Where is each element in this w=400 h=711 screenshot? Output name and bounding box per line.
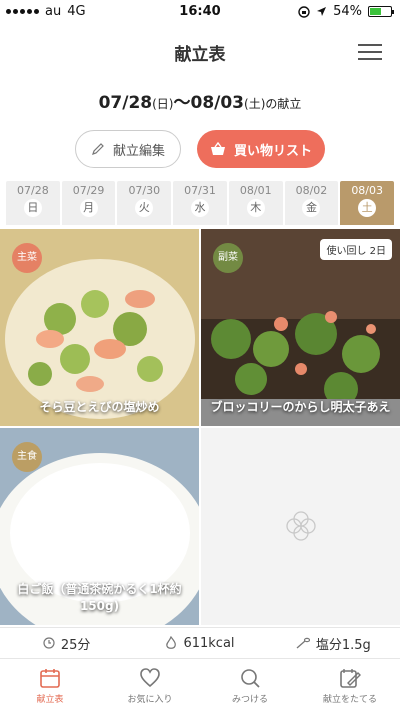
date-separator: 〜 [173, 93, 191, 113]
day-tab-0728[interactable]: 07/28 日 [6, 181, 60, 225]
flame-icon [166, 636, 177, 649]
shopping-list-label: 買い物リスト [233, 143, 312, 159]
status-bar: au 4G 16:40 54% [0, 0, 400, 24]
date-start: 07/28 [98, 93, 153, 113]
dish-name: そら豆とえびの塩炒め [39, 400, 160, 414]
cook-time-stat: 25分 [0, 634, 133, 653]
date-end-day: (土) [244, 97, 266, 111]
bottom-tab-bar: 献立表 お気に入り みつける 献立をたてる [0, 660, 400, 711]
empty-dish-slot[interactable] [201, 428, 400, 625]
dish-grid: 主菜 そら豆とえびの塩炒め 副菜 使い回し 2日 ブロッコリーのからし明太子あえ… [0, 229, 400, 625]
day-tab-0803[interactable]: 08/03 土 [340, 181, 395, 225]
day-tab-0730[interactable]: 07/30 火 [117, 181, 172, 225]
app-header: 献立表 [0, 24, 400, 80]
date-range-heading: 07/28(日)〜08/03(土)の献立 [0, 88, 400, 113]
tab-discover[interactable]: みつける [200, 660, 300, 711]
date-end: 08/03 [190, 93, 245, 113]
hamburger-menu-icon[interactable] [358, 44, 382, 60]
day-weekday: 木 [246, 199, 265, 217]
pencil-icon [92, 143, 104, 155]
calorie-stat: 611kcal [133, 636, 266, 651]
basket-icon [210, 142, 225, 155]
dish-tag: 副菜 [213, 243, 243, 273]
reuse-badge: 使い回し 2日 [320, 239, 392, 260]
edit-menu-label: 献立編集 [112, 143, 165, 159]
tab-favorites[interactable]: お気に入り [100, 660, 200, 711]
battery-percent: 54% [333, 4, 362, 19]
tab-menu-calendar[interactable]: 献立表 [0, 660, 100, 711]
dish-name: ブロッコリーのからし明太子あえ [210, 400, 391, 414]
day-weekday: 火 [135, 199, 154, 217]
dish-name: 白ご飯（普通茶碗かるく1杯約150g) [17, 582, 182, 613]
day-weekday: 金 [302, 199, 321, 217]
action-buttons: 献立編集 買い物リスト [0, 130, 400, 168]
day-tab-0729[interactable]: 07/29 月 [61, 181, 116, 225]
heart-icon [140, 668, 160, 688]
clock-icon [43, 637, 55, 649]
salt-stat: 塩分1.5g [267, 634, 400, 653]
day-weekday: 月 [79, 199, 98, 217]
day-weekday: 水 [191, 199, 210, 217]
tab-plan-menu[interactable]: 献立をたてる [300, 660, 400, 711]
day-tabs: 07/28 日 07/29 月 07/30 火 07/31 水 08/01 木 08/02… [6, 181, 395, 225]
status-right: 54% [298, 4, 394, 19]
tab-label: 献立表 [36, 695, 64, 705]
date-start-day: (日) [152, 97, 174, 111]
day-date: 08/02 [295, 184, 328, 197]
nutrition-stats: 25分 611kcal 塩分1.5g [0, 627, 400, 659]
day-tab-0802[interactable]: 08/02 金 [284, 181, 339, 225]
tab-label: 献立をたてる [322, 695, 377, 705]
battery-icon [368, 6, 394, 17]
tab-label: お気に入り [127, 695, 173, 705]
day-date: 07/29 [72, 184, 105, 197]
search-icon [241, 669, 260, 688]
lock-rotation-icon [298, 5, 310, 18]
calorie-value: 611kcal [183, 635, 235, 651]
page-title: 献立表 [174, 45, 226, 65]
spoon-icon [296, 637, 310, 649]
shopping-list-button[interactable]: 買い物リスト [197, 130, 325, 168]
edit-note-icon [340, 669, 361, 688]
dish-tag: 主菜 [12, 243, 42, 273]
date-suffix: の献立 [265, 97, 302, 111]
calendar-icon [40, 669, 60, 688]
cook-time-value: 25分 [60, 637, 91, 653]
day-date: 08/03 [351, 184, 384, 197]
dish-tag: 主食 [12, 442, 42, 472]
flower-logo-icon [286, 511, 316, 541]
tab-label: みつける [231, 695, 268, 705]
dish-card-staple[interactable]: 主食 白ご飯（普通茶碗かるく1杯約150g) [0, 428, 199, 625]
dish-card-main[interactable]: 主菜 そら豆とえびの塩炒め [0, 229, 199, 426]
day-date: 07/31 [184, 184, 216, 197]
day-date: 08/01 [239, 184, 272, 197]
day-date: 07/30 [128, 184, 161, 197]
day-weekday: 日 [23, 199, 42, 217]
edit-menu-button[interactable]: 献立編集 [75, 130, 181, 168]
salt-value: 塩分1.5g [315, 637, 371, 653]
day-tab-0731[interactable]: 07/31 水 [173, 181, 227, 225]
day-weekday: 土 [358, 199, 377, 217]
day-tab-0801[interactable]: 08/01 木 [228, 181, 283, 225]
location-icon [317, 7, 327, 16]
dish-card-side[interactable]: 副菜 使い回し 2日 ブロッコリーのからし明太子あえ [201, 229, 400, 426]
day-date: 07/28 [17, 184, 49, 197]
